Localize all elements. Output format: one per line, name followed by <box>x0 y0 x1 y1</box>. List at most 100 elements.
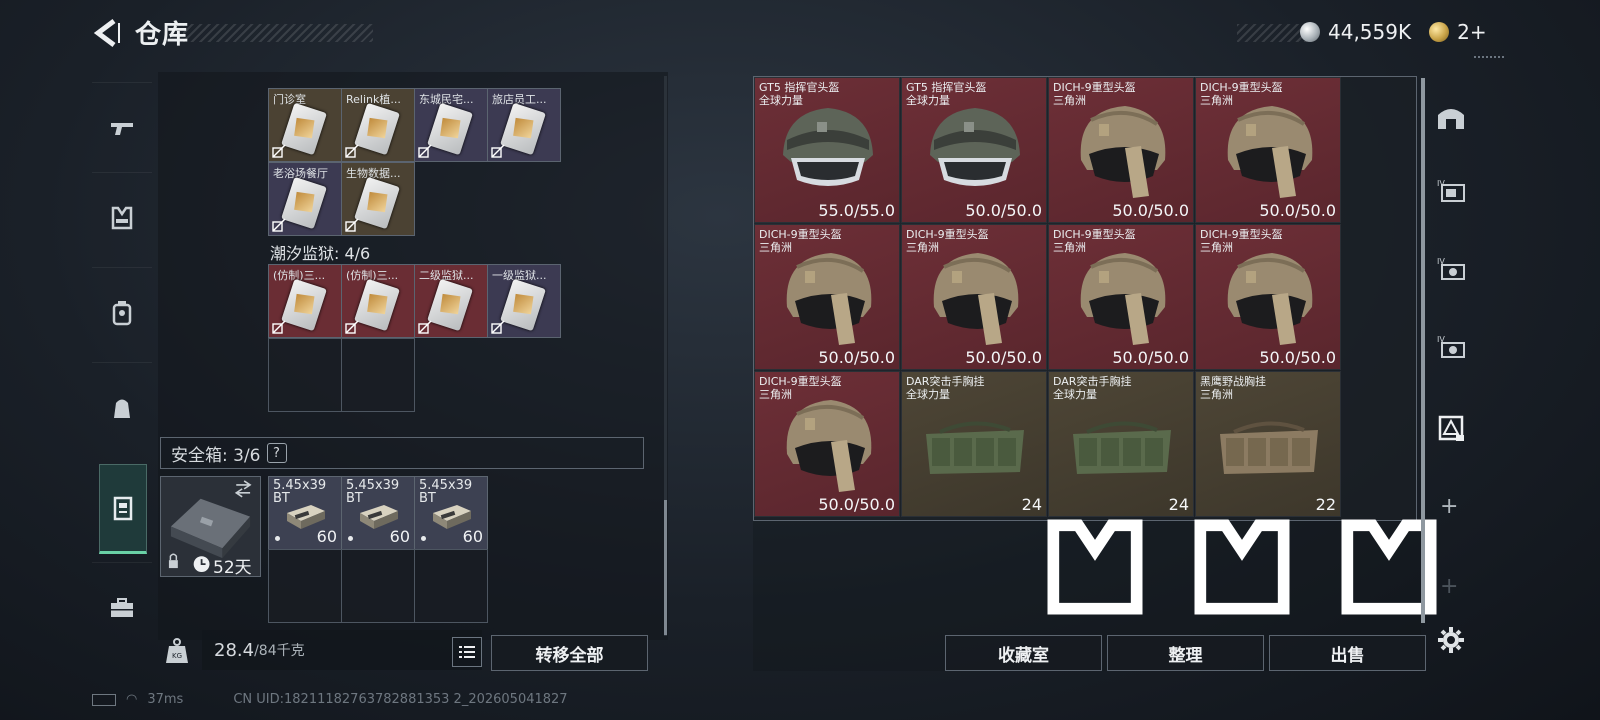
gold-amount[interactable]: 2+ <box>1457 20 1486 44</box>
vest-small-icon <box>1194 519 1290 615</box>
page-title: 仓库 <box>135 20 190 50</box>
helmet-item[interactable]: DICH-9重型头盔 三角洲 50.0/50.0 <box>1195 224 1341 370</box>
chest-rig-item[interactable]: DAR突击手胸挂 全球力量 24 <box>1048 371 1290 615</box>
keycard-item[interactable]: (仿制)三... <box>268 264 342 338</box>
keycard-item[interactable]: 一级监狱... <box>487 264 561 338</box>
capacity-value: 22 <box>1316 495 1437 615</box>
nav-bag[interactable] <box>92 362 152 453</box>
chest-rig-icon <box>1220 421 1318 474</box>
storage-icon: IV <box>1437 335 1465 358</box>
back-icon[interactable] <box>92 18 122 48</box>
nav-weapons[interactable] <box>92 82 152 173</box>
wifi-icon: ◠ <box>126 692 138 707</box>
ammo-item[interactable]: 5.45x39 BT 60 <box>414 476 488 550</box>
help-icon[interactable]: ? <box>266 443 287 463</box>
nav-safe-box[interactable] <box>99 464 147 554</box>
chest-rig-item[interactable]: DAR突击手胸挂 全球力量 24 <box>901 371 1143 615</box>
pouch-icon <box>114 399 130 418</box>
ammo-item[interactable]: 5.45x39 BT 60 <box>268 476 342 550</box>
nav-armor[interactable] <box>92 172 152 263</box>
item-label: 旅店员工... <box>492 93 547 106</box>
rail-stash-4[interactable]: IV <box>1428 318 1474 378</box>
keycard-item[interactable]: 门诊室 <box>268 88 342 162</box>
keycard-icon <box>427 102 473 156</box>
ammo-item[interactable]: 5.45x39 BT 60 <box>341 476 415 550</box>
nav-case[interactable] <box>92 562 152 653</box>
transfer-all-button[interactable]: 转移全部 <box>491 635 648 671</box>
dich9-helmet-icon <box>933 253 1019 345</box>
left-scroll-thumb[interactable] <box>664 500 667 635</box>
prison-section-label: 潮汐监狱: 4/6 <box>270 244 371 263</box>
settings-button[interactable] <box>1428 610 1474 670</box>
sell-button[interactable]: 出售 <box>1269 635 1426 671</box>
item-label: 门诊室 <box>273 93 306 106</box>
no-trade-icon <box>418 144 432 158</box>
gt5-helmet-icon <box>930 108 1020 186</box>
keycard-icon <box>354 278 400 332</box>
rail-stash-delta[interactable] <box>1428 398 1474 458</box>
weight-icon: KG <box>162 636 192 666</box>
safe-box-header: 安全箱: 3/6 ? <box>160 437 644 469</box>
item-label: 老浴场餐厅 <box>273 167 328 180</box>
helmet-item[interactable]: DICH-9重型头盔 三角洲 50.0/50.0 <box>754 371 900 517</box>
helmet-item[interactable]: DICH-9重型头盔 三角洲 50.0/50.0 <box>1048 77 1194 223</box>
no-trade-icon <box>272 144 286 158</box>
dich9-helmet-icon <box>786 253 872 345</box>
item-label: (仿制)三... <box>273 269 326 282</box>
keycard-item[interactable]: 旅店员工... <box>487 88 561 162</box>
empty-slot[interactable] <box>268 549 342 623</box>
delta-storage-icon <box>1438 415 1464 441</box>
safe-box-days: 52天 <box>213 558 252 578</box>
keycard-item[interactable]: 老浴场餐厅 <box>268 162 342 236</box>
helmet-item[interactable]: DICH-9重型头盔 三角洲 50.0/50.0 <box>754 224 900 370</box>
durability-value: 50.0/50.0 <box>1112 201 1189 220</box>
vest-small-icon <box>1047 519 1143 615</box>
safe-box-item[interactable]: 52天 <box>160 476 261 578</box>
keycard-item[interactable]: (仿制)三... <box>341 264 415 338</box>
durability-value: 55.0/55.0 <box>818 201 895 220</box>
status-bar: ◠ 37ms CN UID:18211182763782881353 2_202… <box>92 692 568 707</box>
keycard-item[interactable]: Relink植... <box>341 88 415 162</box>
durability-value: 50.0/50.0 <box>965 348 1042 367</box>
empty-slot[interactable] <box>341 549 415 623</box>
helmet-item[interactable]: DICH-9重型头盔 三角洲 50.0/50.0 <box>901 224 1047 370</box>
rail-stash-2[interactable]: IV <box>1428 162 1474 222</box>
empty-slot[interactable] <box>268 338 342 412</box>
rail-stash-main[interactable] <box>1428 88 1474 148</box>
helmet-item[interactable]: GT5 指挥官头盔 全球力量 50.0/50.0 <box>901 77 1047 223</box>
safe-box-label: 安全箱: 3/6 <box>171 445 261 466</box>
no-trade-icon <box>272 320 286 334</box>
ammo-quantity: 60 <box>462 527 483 546</box>
add-stash-icon[interactable]: + <box>1440 494 1458 519</box>
ammo-tier-dot <box>348 536 353 541</box>
keycard-item[interactable]: 二级监狱... <box>414 264 488 338</box>
sort-button[interactable]: 整理 <box>1107 635 1264 671</box>
keycard-icon <box>500 102 546 156</box>
no-trade-icon <box>345 144 359 158</box>
collection-room-button[interactable]: 收藏室 <box>945 635 1102 671</box>
right-scrollbar[interactable] <box>1421 78 1425 623</box>
keycard-icon <box>281 102 327 156</box>
keycard-icon <box>354 102 400 156</box>
helmet-item[interactable]: GT5 指挥官头盔 全球力量 55.0/55.0 <box>754 77 900 223</box>
ammo-quantity: 60 <box>389 527 410 546</box>
durability-value: 50.0/50.0 <box>1112 348 1189 367</box>
category-nav <box>92 72 152 672</box>
chest-rig-item[interactable]: 黑鹰野战胸挂 三角洲 22 <box>1195 371 1437 615</box>
keycard-item[interactable]: 东城民宅... <box>414 88 488 162</box>
no-trade-icon <box>418 320 432 334</box>
helmet-item[interactable]: DICH-9重型头盔 三角洲 50.0/50.0 <box>1048 224 1194 370</box>
battery-icon <box>92 693 116 706</box>
helmet-item[interactable]: DICH-9重型头盔 三角洲 50.0/50.0 <box>1195 77 1341 223</box>
nav-backpack[interactable] <box>92 267 152 358</box>
empty-slot[interactable] <box>414 549 488 623</box>
svg-text:KG: KG <box>172 652 182 660</box>
list-view-button[interactable] <box>452 637 482 667</box>
rail-stash-3[interactable]: IV <box>1428 240 1474 300</box>
no-trade-icon <box>491 320 505 334</box>
keycard-item[interactable]: 生物数据... <box>341 162 415 236</box>
empty-slot[interactable] <box>341 338 415 412</box>
item-label: 二级监狱... <box>419 269 474 282</box>
capacity-value: 24 <box>1022 495 1143 615</box>
durability-value: 50.0/50.0 <box>1259 201 1336 220</box>
